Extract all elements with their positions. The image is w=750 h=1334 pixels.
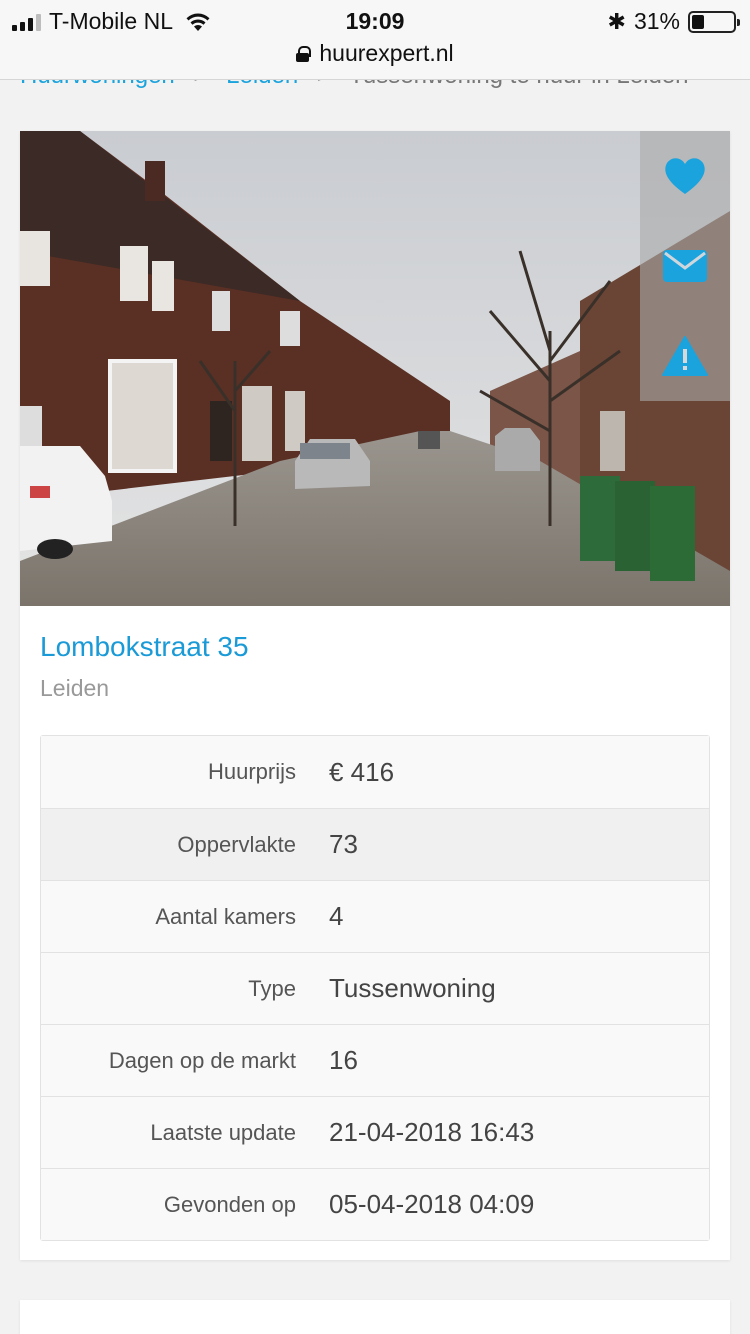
details-label: Laatste update xyxy=(150,1119,296,1145)
details-row-huurprijs: Huurprijs € 416 xyxy=(41,736,709,808)
details-label: Huurprijs xyxy=(207,759,296,784)
details-value: 4 xyxy=(329,901,344,931)
url-text: huurexpert.nl xyxy=(319,40,454,66)
details-row-type: Type Tussenwoning xyxy=(41,952,709,1024)
details-value: 21-04-2018 16:43 xyxy=(329,1117,535,1147)
details-table: Huurprijs € 416 Oppervlakte 73 Aantal ka… xyxy=(40,735,710,1241)
listing-city: Leiden xyxy=(40,675,110,701)
battery-percentage: 31% xyxy=(633,8,680,34)
details-row-laatste-update: Laatste update 21-04-2018 16:43 xyxy=(41,1096,709,1168)
details-value: 73 xyxy=(329,829,358,859)
listing-photo[interactable] xyxy=(20,131,730,606)
listing-actions xyxy=(640,131,730,401)
status-right: ✱ 31% xyxy=(607,8,740,35)
details-label: Gevonden op xyxy=(163,1191,296,1217)
details-value: Tussenwoning xyxy=(329,973,496,1003)
details-value: € 416 xyxy=(329,756,395,787)
battery-level xyxy=(692,14,705,29)
address-bar[interactable]: huurexpert.nl xyxy=(0,40,750,67)
details-value: 05-04-2018 04:09 xyxy=(329,1189,535,1219)
details-row-aantal-kamers: Aantal kamers 4 xyxy=(41,880,709,952)
contact-button[interactable] xyxy=(640,221,730,311)
favorite-button[interactable] xyxy=(640,131,730,221)
details-label: Aantal kamers xyxy=(155,903,296,929)
report-button[interactable] xyxy=(640,311,730,401)
lock-icon xyxy=(296,45,312,62)
details-row-oppervlakte: Oppervlakte 73 xyxy=(41,808,709,880)
listing-card: Lombokstraat 35 Leiden Huurprijs € 416 O… xyxy=(20,131,730,1260)
details-label: Oppervlakte xyxy=(177,831,296,857)
next-card xyxy=(20,1300,730,1334)
envelope-icon xyxy=(663,250,707,282)
bluetooth-icon: ✱ xyxy=(607,8,626,34)
warning-icon xyxy=(662,336,708,376)
listing-title[interactable]: Lombokstraat 35 xyxy=(40,631,249,663)
details-label: Type xyxy=(248,975,296,1001)
battery-icon xyxy=(688,10,740,33)
details-label: Dagen op de markt xyxy=(108,1047,296,1073)
status-bar: T-Mobile NL 19:09 ✱ 31% huurexpert.nl xyxy=(0,0,750,80)
details-row-gevonden-op: Gevonden op 05-04-2018 04:09 xyxy=(41,1168,709,1240)
street-photo-illustration xyxy=(20,131,730,606)
details-value: 16 xyxy=(329,1045,358,1075)
details-row-dagen-op-de-markt: Dagen op de markt 16 xyxy=(41,1024,709,1096)
heart-icon xyxy=(665,158,705,194)
